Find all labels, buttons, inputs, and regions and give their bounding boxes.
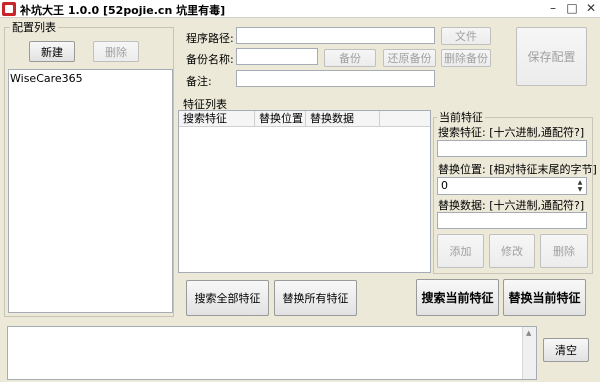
replace-data-input[interactable] bbox=[437, 212, 587, 229]
save-config-button[interactable]: 保存配置 bbox=[516, 27, 587, 86]
restore-backup-button[interactable]: 还原备份 bbox=[383, 49, 436, 67]
scroll-up-icon[interactable]: ▲ bbox=[526, 329, 531, 337]
delete-feature-button[interactable]: 删除 bbox=[540, 234, 588, 268]
search-current-button[interactable]: 搜索当前特征 bbox=[416, 279, 499, 316]
note-label: 备注: bbox=[186, 75, 212, 88]
file-button[interactable]: 文件 bbox=[441, 27, 491, 45]
feature-table-header: 搜索特征 替换位置 替换数据 bbox=[179, 111, 430, 127]
replace-position-stepper[interactable]: 0 ▲ ▼ bbox=[437, 177, 587, 195]
delete-config-button[interactable]: 删除 bbox=[93, 41, 139, 62]
modify-feature-button[interactable]: 修改 bbox=[489, 234, 535, 268]
path-label: 程序路径: bbox=[186, 32, 234, 45]
log-scrollbar[interactable]: ▲ bbox=[522, 327, 536, 379]
window-title: 补坑大王 1.0.0 [52pojie.cn 坑里有毒] bbox=[20, 4, 226, 17]
replace-current-button[interactable]: 替换当前特征 bbox=[503, 279, 586, 316]
search-feature-label: 搜索特征: [十六进制,通配符?] bbox=[438, 126, 585, 139]
stepper-arrows-icon[interactable]: ▲ ▼ bbox=[575, 179, 585, 193]
replace-position-value: 0 bbox=[441, 179, 448, 192]
replace-all-button[interactable]: 替换所有特征 bbox=[274, 280, 357, 316]
backup-name-input[interactable] bbox=[236, 48, 318, 65]
replace-data-label: 替换数据: [十六进制,通配符?] bbox=[438, 199, 585, 212]
backup-name-label: 备份名称: bbox=[186, 53, 234, 66]
add-feature-button[interactable]: 添加 bbox=[437, 234, 484, 268]
clear-log-button[interactable]: 清空 bbox=[543, 338, 589, 362]
config-list[interactable]: WiseCare365 bbox=[8, 69, 173, 313]
log-output[interactable] bbox=[7, 326, 537, 380]
maximize-button[interactable]: □ bbox=[563, 1, 581, 17]
path-input[interactable] bbox=[236, 27, 435, 44]
backup-button[interactable]: 备份 bbox=[324, 49, 376, 67]
column-search-feature[interactable]: 搜索特征 bbox=[179, 111, 255, 126]
app-icon bbox=[2, 2, 16, 16]
minimize-button[interactable]: – bbox=[544, 1, 562, 17]
feature-table[interactable]: 搜索特征 替换位置 替换数据 bbox=[178, 110, 431, 273]
title-bar[interactable]: 补坑大王 1.0.0 [52pojie.cn 坑里有毒] – □ ✕ bbox=[0, 0, 600, 18]
column-filler bbox=[380, 111, 430, 126]
new-config-button[interactable]: 新建 bbox=[29, 41, 75, 62]
note-input[interactable] bbox=[236, 70, 435, 87]
current-feature-title: 当前特征 bbox=[437, 109, 485, 125]
config-group-title: 配置列表 bbox=[10, 19, 58, 35]
search-feature-input[interactable] bbox=[437, 140, 587, 157]
search-all-button[interactable]: 搜索全部特征 bbox=[186, 280, 269, 316]
column-replace-data[interactable]: 替换数据 bbox=[306, 111, 380, 126]
close-button[interactable]: ✕ bbox=[582, 1, 600, 17]
column-replace-position[interactable]: 替换位置 bbox=[255, 111, 306, 126]
replace-position-label: 替换位置: [相对特征末尾的字节] bbox=[438, 163, 597, 176]
config-list-item[interactable]: WiseCare365 bbox=[9, 70, 172, 87]
delete-backup-button[interactable]: 删除备份 bbox=[441, 49, 491, 67]
